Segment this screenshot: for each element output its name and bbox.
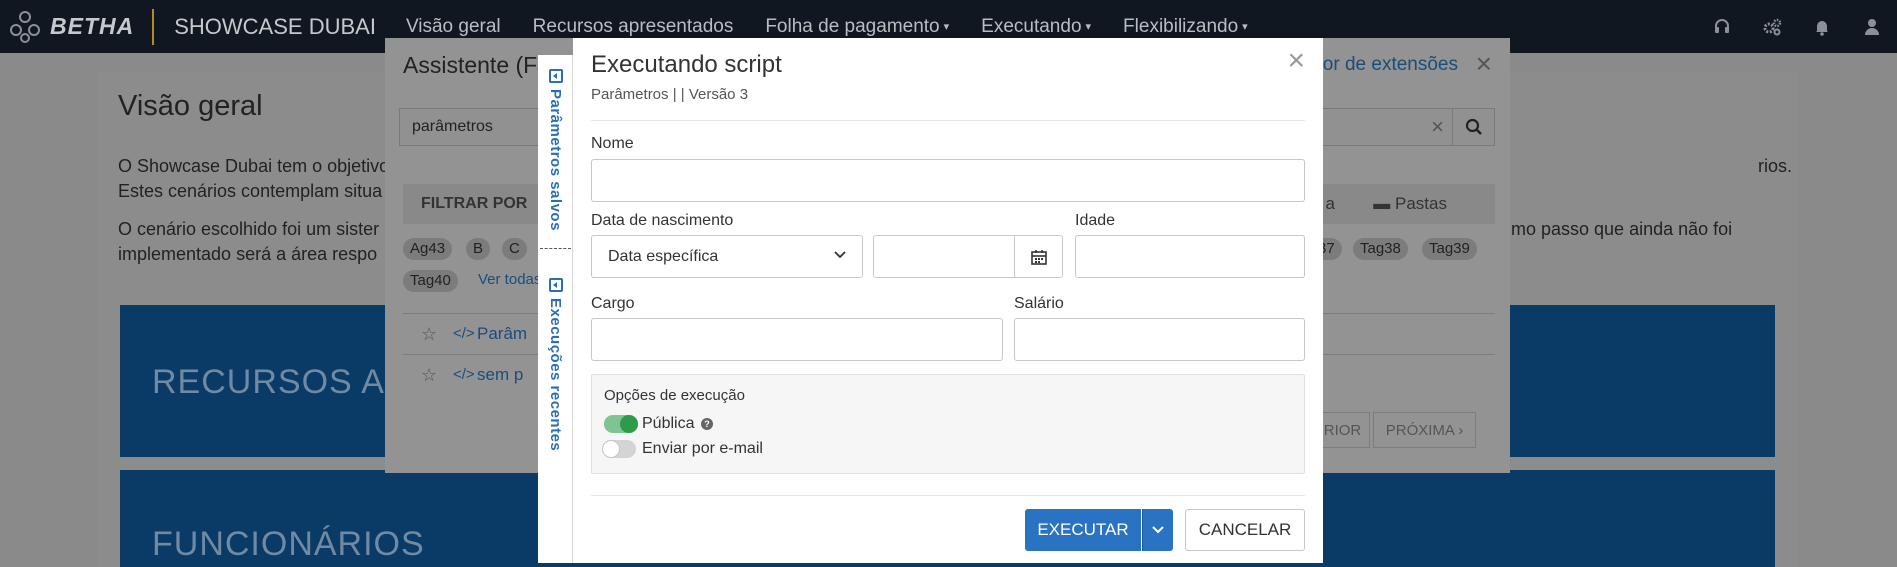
page-title: Visão geral	[118, 90, 263, 122]
nav-folha-de-pagamento[interactable]: Folha de pagamento ▾	[765, 16, 949, 38]
cancel-button[interactable]: CANCELAR	[1185, 509, 1305, 551]
nav-recursos-apresentados[interactable]: Recursos apresentados	[533, 16, 734, 38]
tab-recent-executions-label: Execuções recentes	[547, 298, 564, 452]
toggle-knob	[620, 415, 638, 433]
tab-saved-parameters-label: Parâmetros salvos	[547, 89, 564, 231]
date-mode-select[interactable]: Data específica	[591, 235, 863, 278]
intro-text-4: implementado será a área respo	[118, 244, 378, 264]
email-label: Enviar por e-mail	[642, 440, 763, 457]
toggle-knob	[602, 440, 620, 458]
brand-divider	[152, 8, 155, 45]
intro-text-3: O cenário escolhido foi um sister	[118, 219, 380, 239]
intro-text-1-end: rios.	[1758, 156, 1793, 176]
dialog-title: Executando script	[591, 51, 782, 78]
salario-label: Salário	[1014, 295, 1064, 312]
divider	[591, 120, 1305, 121]
tag-chip[interactable]: Tag38	[1353, 238, 1408, 260]
data-nascimento-input[interactable]	[873, 235, 1063, 278]
execute-button[interactable]: EXECUTAR	[1025, 509, 1141, 551]
star-icon[interactable]: ☆	[421, 365, 437, 386]
tag-chip[interactable]: Ag43	[403, 238, 453, 260]
script-name[interactable]: Parâm	[477, 324, 527, 344]
user-icon[interactable]	[1847, 0, 1897, 53]
next-page-button[interactable]: PRÓXIMA ›	[1373, 412, 1476, 448]
close-icon[interactable]: ×	[1476, 48, 1492, 80]
filter-label: FILTRAR POR	[421, 195, 528, 212]
tab-recent-executions[interactable]: Execuções recentes	[538, 270, 573, 451]
side-tabs-panel: Parâmetros salvos Execuções recentes	[538, 55, 573, 563]
headset-icon[interactable]	[1697, 0, 1747, 53]
nav-executando[interactable]: Executando ▾	[981, 16, 1091, 38]
cargo-input[interactable]	[591, 318, 1003, 361]
tab-saved-parameters[interactable]: Parâmetros salvos	[538, 61, 573, 231]
divider	[591, 495, 1305, 496]
nav-visao-geral[interactable]: Visão geral	[406, 16, 501, 38]
collapse-icon	[548, 69, 563, 83]
tag-chip[interactable]: B	[466, 238, 491, 260]
publica-option: Pública ?	[642, 415, 713, 433]
filter-option[interactable]: a	[1326, 194, 1335, 214]
publica-label: Pública	[642, 415, 695, 432]
nome-input[interactable]	[591, 159, 1305, 202]
intro-text-1: O Showcase Dubai tem o objetivo	[118, 156, 390, 176]
search-icon	[1465, 118, 1482, 135]
chevron-down-icon: ▾	[1085, 21, 1092, 33]
publica-toggle[interactable]	[604, 415, 638, 433]
bell-icon[interactable]	[1797, 0, 1847, 53]
tag-chip[interactable]: Tag39	[1422, 238, 1477, 260]
close-icon[interactable]: ×	[1287, 46, 1305, 76]
gears-icon[interactable]	[1747, 0, 1797, 53]
chevron-down-icon	[1152, 526, 1164, 534]
help-icon[interactable]: ?	[700, 417, 713, 430]
clear-icon[interactable]: ×	[1431, 114, 1444, 140]
folder-icon: ▬	[1373, 194, 1396, 213]
execute-options-dropdown[interactable]	[1142, 509, 1173, 551]
filter-folders[interactable]: ▬ Pastas	[1373, 194, 1447, 214]
data-nascimento-label: Data de nascimento	[591, 212, 734, 229]
nome-label: Nome	[591, 135, 634, 152]
see-all-tags-link[interactable]: Ver todas	[478, 271, 541, 288]
cargo-label: Cargo	[591, 295, 635, 312]
brand[interactable]: BETHA	[0, 0, 134, 53]
tag-chip[interactable]: Tag40	[403, 270, 458, 292]
email-toggle[interactable]	[602, 440, 636, 458]
app-name[interactable]: SHOWCASE DUBAI	[174, 14, 376, 40]
calendar-icon[interactable]	[1014, 236, 1062, 277]
salario-input[interactable]	[1014, 318, 1305, 361]
chevron-down-icon: ▾	[943, 21, 950, 33]
funcionarios-card-title: FUNCIONÁRIOS	[152, 525, 425, 563]
intro-text-2: Estes cenários contemplam situa	[118, 181, 383, 201]
chevron-down-icon: ▾	[1242, 21, 1248, 33]
idade-label: Idade	[1075, 212, 1116, 229]
collapse-icon	[548, 278, 563, 292]
idade-input[interactable]	[1075, 235, 1305, 278]
date-mode-value: Data específica	[608, 248, 719, 265]
betha-logo-icon	[8, 10, 42, 44]
brand-name: BETHA	[50, 13, 135, 39]
code-icon: </>	[453, 366, 475, 383]
tag-chip[interactable]: C	[502, 238, 527, 260]
code-icon: </>	[453, 325, 475, 342]
extensions-link[interactable]: dor de extensões	[1312, 54, 1458, 76]
search-button[interactable]	[1452, 109, 1494, 145]
search-value: parâmetros	[412, 118, 493, 135]
execution-options-panel: Opções de execução Pública ? Enviar por …	[591, 374, 1305, 474]
star-icon[interactable]: ☆	[421, 324, 437, 345]
execute-script-dialog: Executando script Parâmetros | | Versão …	[573, 38, 1323, 563]
chevron-down-icon	[834, 248, 846, 262]
dialog-subtitle: Parâmetros | | Versão 3	[591, 86, 749, 103]
script-name[interactable]: sem p	[477, 365, 523, 385]
nav-flexibilizando[interactable]: Flexibilizando ▾	[1123, 16, 1248, 38]
intro-text-3-end: ximo passo que ainda não foi	[1498, 219, 1733, 239]
tab-divider	[540, 248, 571, 249]
previous-page-button[interactable]: RIOR	[1315, 412, 1370, 448]
execution-options-title: Opções de execução	[604, 387, 745, 404]
assistant-title: Assistente (F4	[403, 52, 550, 78]
